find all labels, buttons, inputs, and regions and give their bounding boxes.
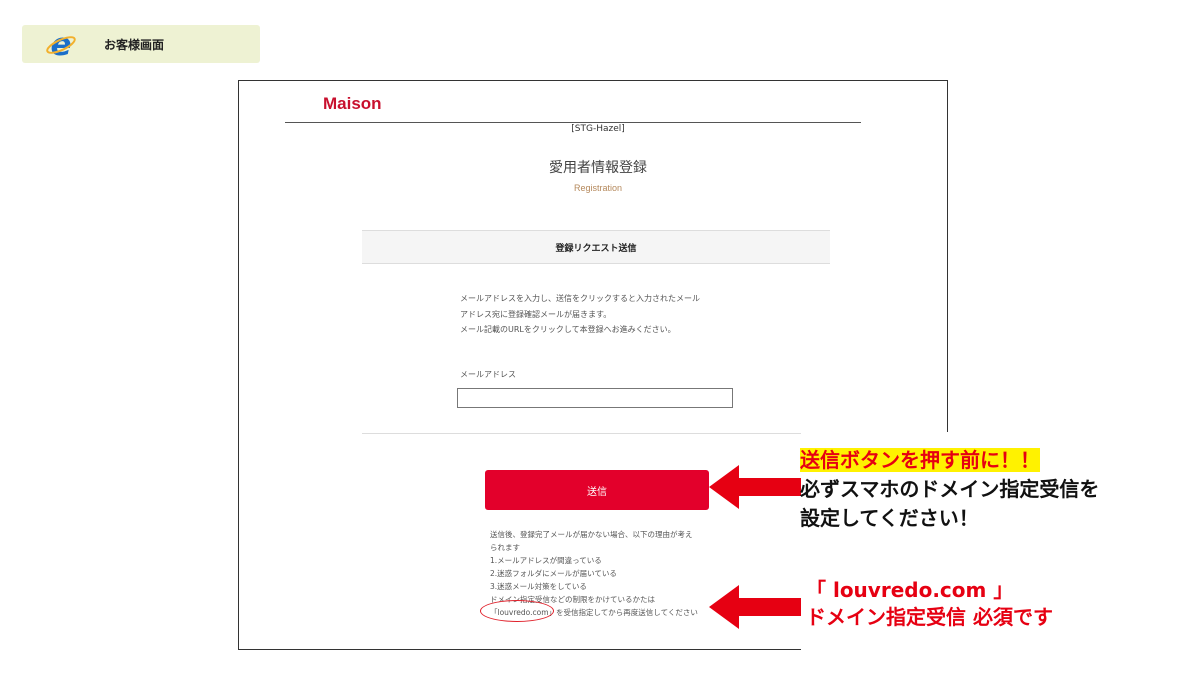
banner-title: お客様画面 — [104, 38, 165, 52]
domain-highlight-circle — [480, 600, 554, 622]
arrow-to-domain-icon — [709, 585, 801, 629]
note-line: られます — [490, 543, 520, 552]
email-input[interactable] — [457, 388, 733, 408]
top-banner: e お客様画面 — [22, 25, 260, 63]
email-label: メールアドレス — [460, 370, 516, 379]
callout-line: 必ずスマホのドメイン指定受信を — [800, 477, 1100, 501]
note-line: 3.迷惑メール対策をしている — [490, 582, 587, 591]
page-subtitle: Registration — [573, 183, 623, 193]
instructions-text: メールアドレスを入力し、送信をクリックすると入力されたメール アドレス宛に登録確… — [460, 291, 750, 338]
note-line: 2.迷惑フォルダにメールが届いている — [490, 569, 617, 578]
send-button[interactable]: 送信 — [485, 470, 709, 510]
instruction-line: メールアドレスを入力し、送信をクリックすると入力されたメール — [460, 294, 700, 303]
callout-domain: 「 louvredo.com 」 ドメイン指定受信 必須です — [806, 577, 1053, 631]
callout-domain-name: 「 louvredo.com 」 — [806, 578, 1014, 602]
environment-label: [STG-Hazel] — [571, 124, 625, 134]
callout-highlight: 送信ボタンを押す前に！！ — [800, 448, 1040, 472]
callout-line: 設定してください！ — [800, 506, 979, 530]
brand-logo: Maison — [323, 94, 382, 113]
note-line: 送信後、登録完了メールが届かない場合、以下の理由が考え — [490, 530, 693, 539]
instruction-line: メール記載のURLをクリックして本登録へお進みください。 — [460, 325, 676, 334]
internet-explorer-icon: e — [46, 28, 76, 60]
callout-before-send: 送信ボタンを押す前に！！ 必ずスマホのドメイン指定受信を 設定してください！ — [800, 446, 1099, 533]
page-title: 愛用者情報登録 — [549, 160, 647, 176]
callout-line: ドメイン指定受信 必須です — [806, 605, 1053, 629]
section-header: 登録リクエスト送信 — [362, 230, 830, 264]
header-divider — [285, 122, 861, 123]
note-line: 1.メールアドレスが間違っている — [490, 556, 602, 565]
arrow-to-send-button-icon — [709, 465, 801, 509]
form-divider — [362, 433, 832, 434]
instruction-line: アドレス宛に登録確認メールが届きます。 — [460, 309, 612, 319]
